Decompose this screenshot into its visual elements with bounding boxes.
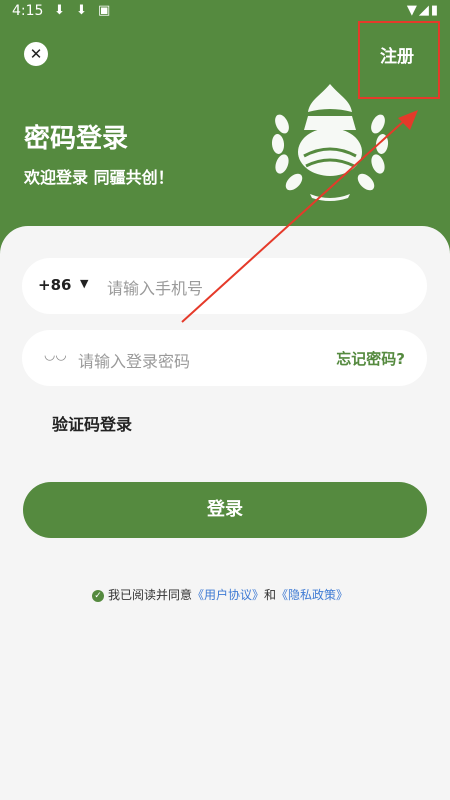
annotation-arrow xyxy=(181,110,418,323)
